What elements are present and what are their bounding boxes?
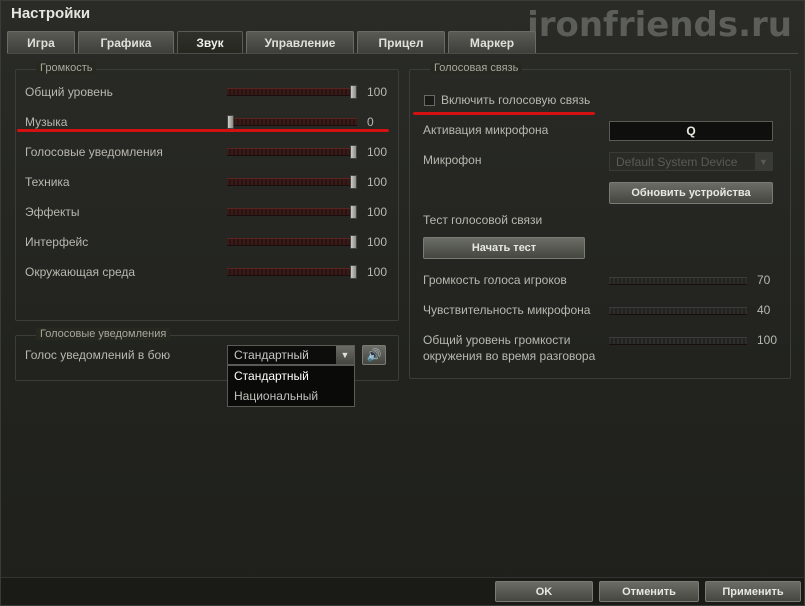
volume-value: 100	[367, 85, 388, 99]
voice-slider[interactable]	[609, 307, 747, 315]
tab-marker[interactable]: Маркер	[448, 31, 536, 53]
microphone-label: Микрофон	[423, 153, 482, 167]
music-highlight-underline	[17, 129, 389, 132]
volume-slider[interactable]	[227, 235, 357, 249]
voice-slider-label: Общий уровень громкости окружения во врем…	[423, 333, 595, 363]
voice-notifications-options: Стандартный Национальный	[227, 365, 355, 407]
speaker-icon: 🔊	[366, 348, 382, 362]
volume-value: 0	[367, 115, 374, 129]
dropdown-option-standard[interactable]: Стандартный	[228, 366, 354, 386]
volume-row-label: Техника	[25, 175, 70, 189]
voice-notifications-dropdown[interactable]: Стандартный ▼	[227, 345, 355, 365]
volume-slider[interactable]	[227, 265, 357, 279]
tab-sound[interactable]: Звук	[177, 31, 243, 53]
voice-slider-value: 40	[757, 303, 771, 317]
voice-slider-label-line2: окружения во время разговора	[423, 349, 596, 363]
dropdown-option-national[interactable]: Национальный	[228, 386, 354, 406]
volume-value: 100	[367, 145, 388, 159]
slider-thumb[interactable]	[350, 145, 357, 159]
voice-slider[interactable]	[609, 277, 747, 285]
speaker-preview-button[interactable]: 🔊	[362, 345, 386, 365]
voice-slider-label: Громкость голоса игроков	[423, 273, 567, 287]
volume-row-label: Голосовые уведомления	[25, 145, 163, 159]
volume-group-title: Громкость	[36, 62, 97, 74]
volume-value: 100	[367, 205, 388, 219]
slider-thumb[interactable]	[350, 265, 357, 279]
dropdown-selected-value: Стандартный	[234, 348, 309, 362]
tab-sight[interactable]: Прицел	[357, 31, 445, 53]
volume-row-label: Музыка	[25, 115, 68, 129]
voice-chat-group-title: Голосовая связь	[430, 62, 523, 74]
enable-voice-chat-label[interactable]: Включить голосовую связь	[441, 93, 590, 107]
voice-slider[interactable]	[609, 337, 747, 345]
apply-button[interactable]: Применить	[705, 581, 801, 602]
tab-content-border	[7, 53, 798, 54]
chevron-down-icon[interactable]: ▼	[336, 346, 354, 364]
volume-slider[interactable]	[227, 175, 357, 189]
microphone-select-value: Default System Device	[616, 154, 738, 169]
volume-row-label: Интерфейс	[25, 235, 89, 249]
voice-slider-value: 100	[757, 333, 778, 347]
cancel-button[interactable]: Отменить	[599, 581, 699, 602]
settings-window: Настройки ironfriends.ru Игра Графика Зв…	[0, 0, 805, 606]
slider-thumb[interactable]	[227, 115, 234, 129]
volume-value: 100	[367, 175, 388, 189]
volume-value: 100	[367, 235, 388, 249]
slider-thumb[interactable]	[350, 235, 357, 249]
chevron-down-icon: ▼	[755, 153, 772, 170]
voice-slider-label: Чувствительность микрофона	[423, 303, 591, 317]
volume-slider[interactable]	[227, 85, 357, 99]
volume-row-label: Окружающая среда	[25, 265, 136, 279]
voice-test-label: Тест голосовой связи	[423, 213, 543, 227]
tab-bar: Игра Графика Звук Управление Прицел Марк…	[7, 31, 539, 53]
tab-controls[interactable]: Управление	[246, 31, 354, 53]
voice-chat-highlight-underline	[413, 112, 595, 115]
refresh-devices-button[interactable]: Обновить устройства	[609, 182, 773, 204]
window-title: Настройки	[11, 5, 91, 22]
tab-graphics[interactable]: Графика	[78, 31, 174, 53]
volume-slider[interactable]	[227, 145, 357, 159]
mic-activation-key-input[interactable]: Q	[609, 121, 773, 141]
voice-slider-label-line1: Общий уровень громкости	[423, 333, 571, 347]
slider-thumb[interactable]	[350, 85, 357, 99]
slider-thumb[interactable]	[350, 205, 357, 219]
tab-game[interactable]: Игра	[7, 31, 75, 53]
volume-slider[interactable]	[227, 115, 357, 129]
volume-row-label: Общий уровень	[25, 85, 113, 99]
microphone-select[interactable]: Default System Device ▼	[609, 152, 773, 171]
voice-slider-value: 70	[757, 273, 771, 287]
watermark: ironfriends.ru	[527, 5, 792, 45]
voice-notifications-group-title: Голосовые уведомления	[36, 328, 171, 340]
start-test-button[interactable]: Начать тест	[423, 237, 585, 259]
volume-slider[interactable]	[227, 205, 357, 219]
slider-thumb[interactable]	[350, 175, 357, 189]
enable-voice-chat-checkbox[interactable]	[424, 95, 435, 106]
voice-notifications-label: Голос уведомлений в бою	[25, 348, 171, 362]
volume-group: Громкость	[15, 62, 399, 321]
volume-value: 100	[367, 265, 388, 279]
mic-activation-label: Активация микрофона	[423, 123, 549, 137]
ok-button[interactable]: OK	[495, 581, 593, 602]
volume-row-label: Эффекты	[25, 205, 80, 219]
